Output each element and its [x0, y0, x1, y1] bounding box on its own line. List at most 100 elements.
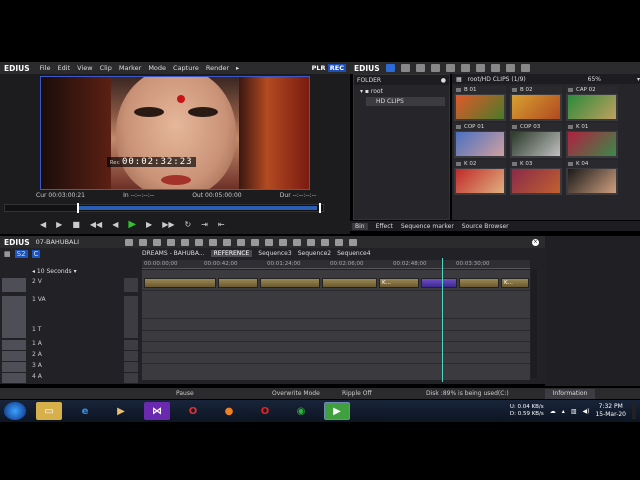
- menu-clip[interactable]: Clip: [100, 64, 112, 72]
- track-1a[interactable]: 1 A: [2, 340, 139, 350]
- clip-thumbnail[interactable]: COP 03: [510, 123, 562, 158]
- step-forward-icon[interactable]: ▶: [146, 220, 152, 229]
- menu-view[interactable]: View: [77, 64, 92, 72]
- view-icon[interactable]: [520, 64, 530, 72]
- tab-source-browser[interactable]: Source Browser: [462, 223, 509, 230]
- paste-icon[interactable]: [475, 64, 485, 72]
- paste-icon[interactable]: [181, 238, 190, 246]
- loop-icon[interactable]: ↻: [185, 220, 192, 229]
- menu-edit[interactable]: Edit: [58, 64, 71, 72]
- tab-sequence4[interactable]: Sequence4: [337, 250, 370, 257]
- rewind-icon[interactable]: ◀◀: [90, 220, 102, 229]
- opera-icon[interactable]: O: [180, 402, 206, 420]
- add-clip-icon[interactable]: [430, 64, 440, 72]
- firefox-icon[interactable]: ●: [216, 402, 242, 420]
- audio-icon[interactable]: [307, 238, 316, 246]
- timeline-clip[interactable]: [260, 278, 320, 288]
- s2-button[interactable]: S2: [14, 250, 28, 258]
- plr-label[interactable]: PLR: [312, 64, 326, 72]
- track-lock-icon[interactable]: [124, 362, 138, 372]
- open-icon[interactable]: [139, 238, 148, 246]
- menu-mode[interactable]: Mode: [148, 64, 166, 72]
- timeline-lanes[interactable]: K... K...: [142, 270, 530, 380]
- show-desktop-button[interactable]: [632, 403, 636, 419]
- track-lock-icon[interactable]: [124, 351, 138, 361]
- menu-capture[interactable]: Capture: [173, 64, 199, 72]
- tab-sequence2[interactable]: Sequence2: [298, 250, 331, 257]
- tab-sequence-marker[interactable]: Sequence marker: [401, 223, 454, 230]
- tab-bin[interactable]: Bin: [352, 222, 368, 230]
- timeline-vertical-scrollbar[interactable]: [531, 270, 537, 378]
- timeline-clip[interactable]: K...: [379, 278, 419, 288]
- set-out-icon[interactable]: ▶: [56, 220, 62, 229]
- timeline-clip[interactable]: [218, 278, 258, 288]
- edit-mode-icon[interactable]: [223, 238, 232, 246]
- chrome-icon[interactable]: ◉: [288, 402, 314, 420]
- opera-alt-icon[interactable]: O: [252, 402, 278, 420]
- clip-thumbnail[interactable]: B 01: [454, 86, 506, 121]
- track-lock-icon[interactable]: [124, 373, 138, 383]
- clip-thumbnail[interactable]: B 02: [510, 86, 562, 121]
- timeline-clip[interactable]: [459, 278, 499, 288]
- plr-rec-toggle[interactable]: PLR REC: [312, 64, 346, 72]
- set-in-icon[interactable]: ◀: [40, 220, 46, 229]
- properties-icon[interactable]: [505, 64, 515, 72]
- volume-icon[interactable]: ◀): [582, 408, 589, 415]
- timeline-clip[interactable]: K...: [501, 278, 529, 288]
- close-icon[interactable]: ×: [532, 238, 539, 246]
- tab-reference[interactable]: REFERENCE: [210, 250, 253, 257]
- file-explorer-icon[interactable]: ▭: [36, 402, 62, 420]
- replace-icon[interactable]: [195, 238, 204, 246]
- menu-marker[interactable]: Marker: [119, 64, 141, 72]
- close-folder-icon[interactable]: ●: [441, 77, 446, 84]
- windows-start-icon[interactable]: [4, 402, 26, 420]
- cloud-icon[interactable]: ☁: [550, 408, 556, 415]
- player-scrub-bar[interactable]: [4, 203, 324, 213]
- copy-icon[interactable]: [460, 64, 470, 72]
- delete-icon[interactable]: [209, 238, 218, 246]
- clip-thumbnail[interactable]: CAP 02: [566, 86, 618, 121]
- insert-icon[interactable]: ⇥: [201, 220, 208, 229]
- clip-thumbnail[interactable]: K 03: [510, 160, 562, 195]
- scrub-end-handle[interactable]: [319, 203, 321, 213]
- folder-view-icon[interactable]: [385, 64, 395, 72]
- timeline-clip[interactable]: [144, 278, 216, 288]
- timescale-selector[interactable]: ◂ 10 Seconds ▾: [32, 268, 77, 275]
- timeline-cursor[interactable]: [442, 258, 443, 382]
- menu-render[interactable]: Render: [206, 64, 229, 72]
- visual-studio-icon[interactable]: ⋈: [144, 402, 170, 420]
- clip-thumbnail[interactable]: K 01: [566, 123, 618, 158]
- undo-icon[interactable]: [237, 238, 246, 246]
- tab-dreams-bahubali[interactable]: DREAMS - BAHUBA...: [142, 250, 205, 257]
- stop-icon[interactable]: ■: [72, 220, 80, 229]
- track-lock-icon[interactable]: [124, 296, 138, 326]
- timeline-clip-selected[interactable]: [421, 278, 457, 288]
- tray-up-icon[interactable]: ▴: [562, 408, 565, 415]
- up-folder-icon[interactable]: [415, 64, 425, 72]
- copy-icon[interactable]: [167, 238, 176, 246]
- tree-item-hd-clips[interactable]: HD CLIPS: [366, 97, 445, 106]
- timeline-clip[interactable]: [322, 278, 377, 288]
- project-menu-icon[interactable]: [125, 238, 134, 246]
- play-icon[interactable]: ▶: [128, 219, 136, 230]
- scrub-handle[interactable]: [77, 203, 79, 213]
- track-1t[interactable]: 1 T: [2, 326, 139, 338]
- snap-icon[interactable]: [293, 238, 302, 246]
- track-2a[interactable]: 2 A: [2, 351, 139, 361]
- tree-item-root[interactable]: ▾ ▪ root: [354, 85, 449, 95]
- overwrite-icon[interactable]: ⇤: [218, 220, 225, 229]
- menu-more-icon[interactable]: ▸: [236, 64, 239, 72]
- track-1va[interactable]: 1 VA: [2, 296, 139, 326]
- grid-icon[interactable]: ▦: [456, 76, 462, 83]
- track-lock-icon[interactable]: [124, 326, 138, 338]
- track-3a[interactable]: 3 A: [2, 362, 139, 372]
- network-icon[interactable]: ▥: [571, 408, 577, 415]
- search-icon[interactable]: [400, 64, 410, 72]
- tab-sequence3[interactable]: Sequence3: [258, 250, 291, 257]
- add-cut-icon[interactable]: [265, 238, 274, 246]
- clock[interactable]: 7:32 PM 15-Mar-20: [595, 403, 626, 419]
- cut-icon[interactable]: [445, 64, 455, 72]
- fast-forward-icon[interactable]: ▶▶: [162, 220, 174, 229]
- export-icon[interactable]: [335, 238, 344, 246]
- settings-icon[interactable]: [349, 238, 358, 246]
